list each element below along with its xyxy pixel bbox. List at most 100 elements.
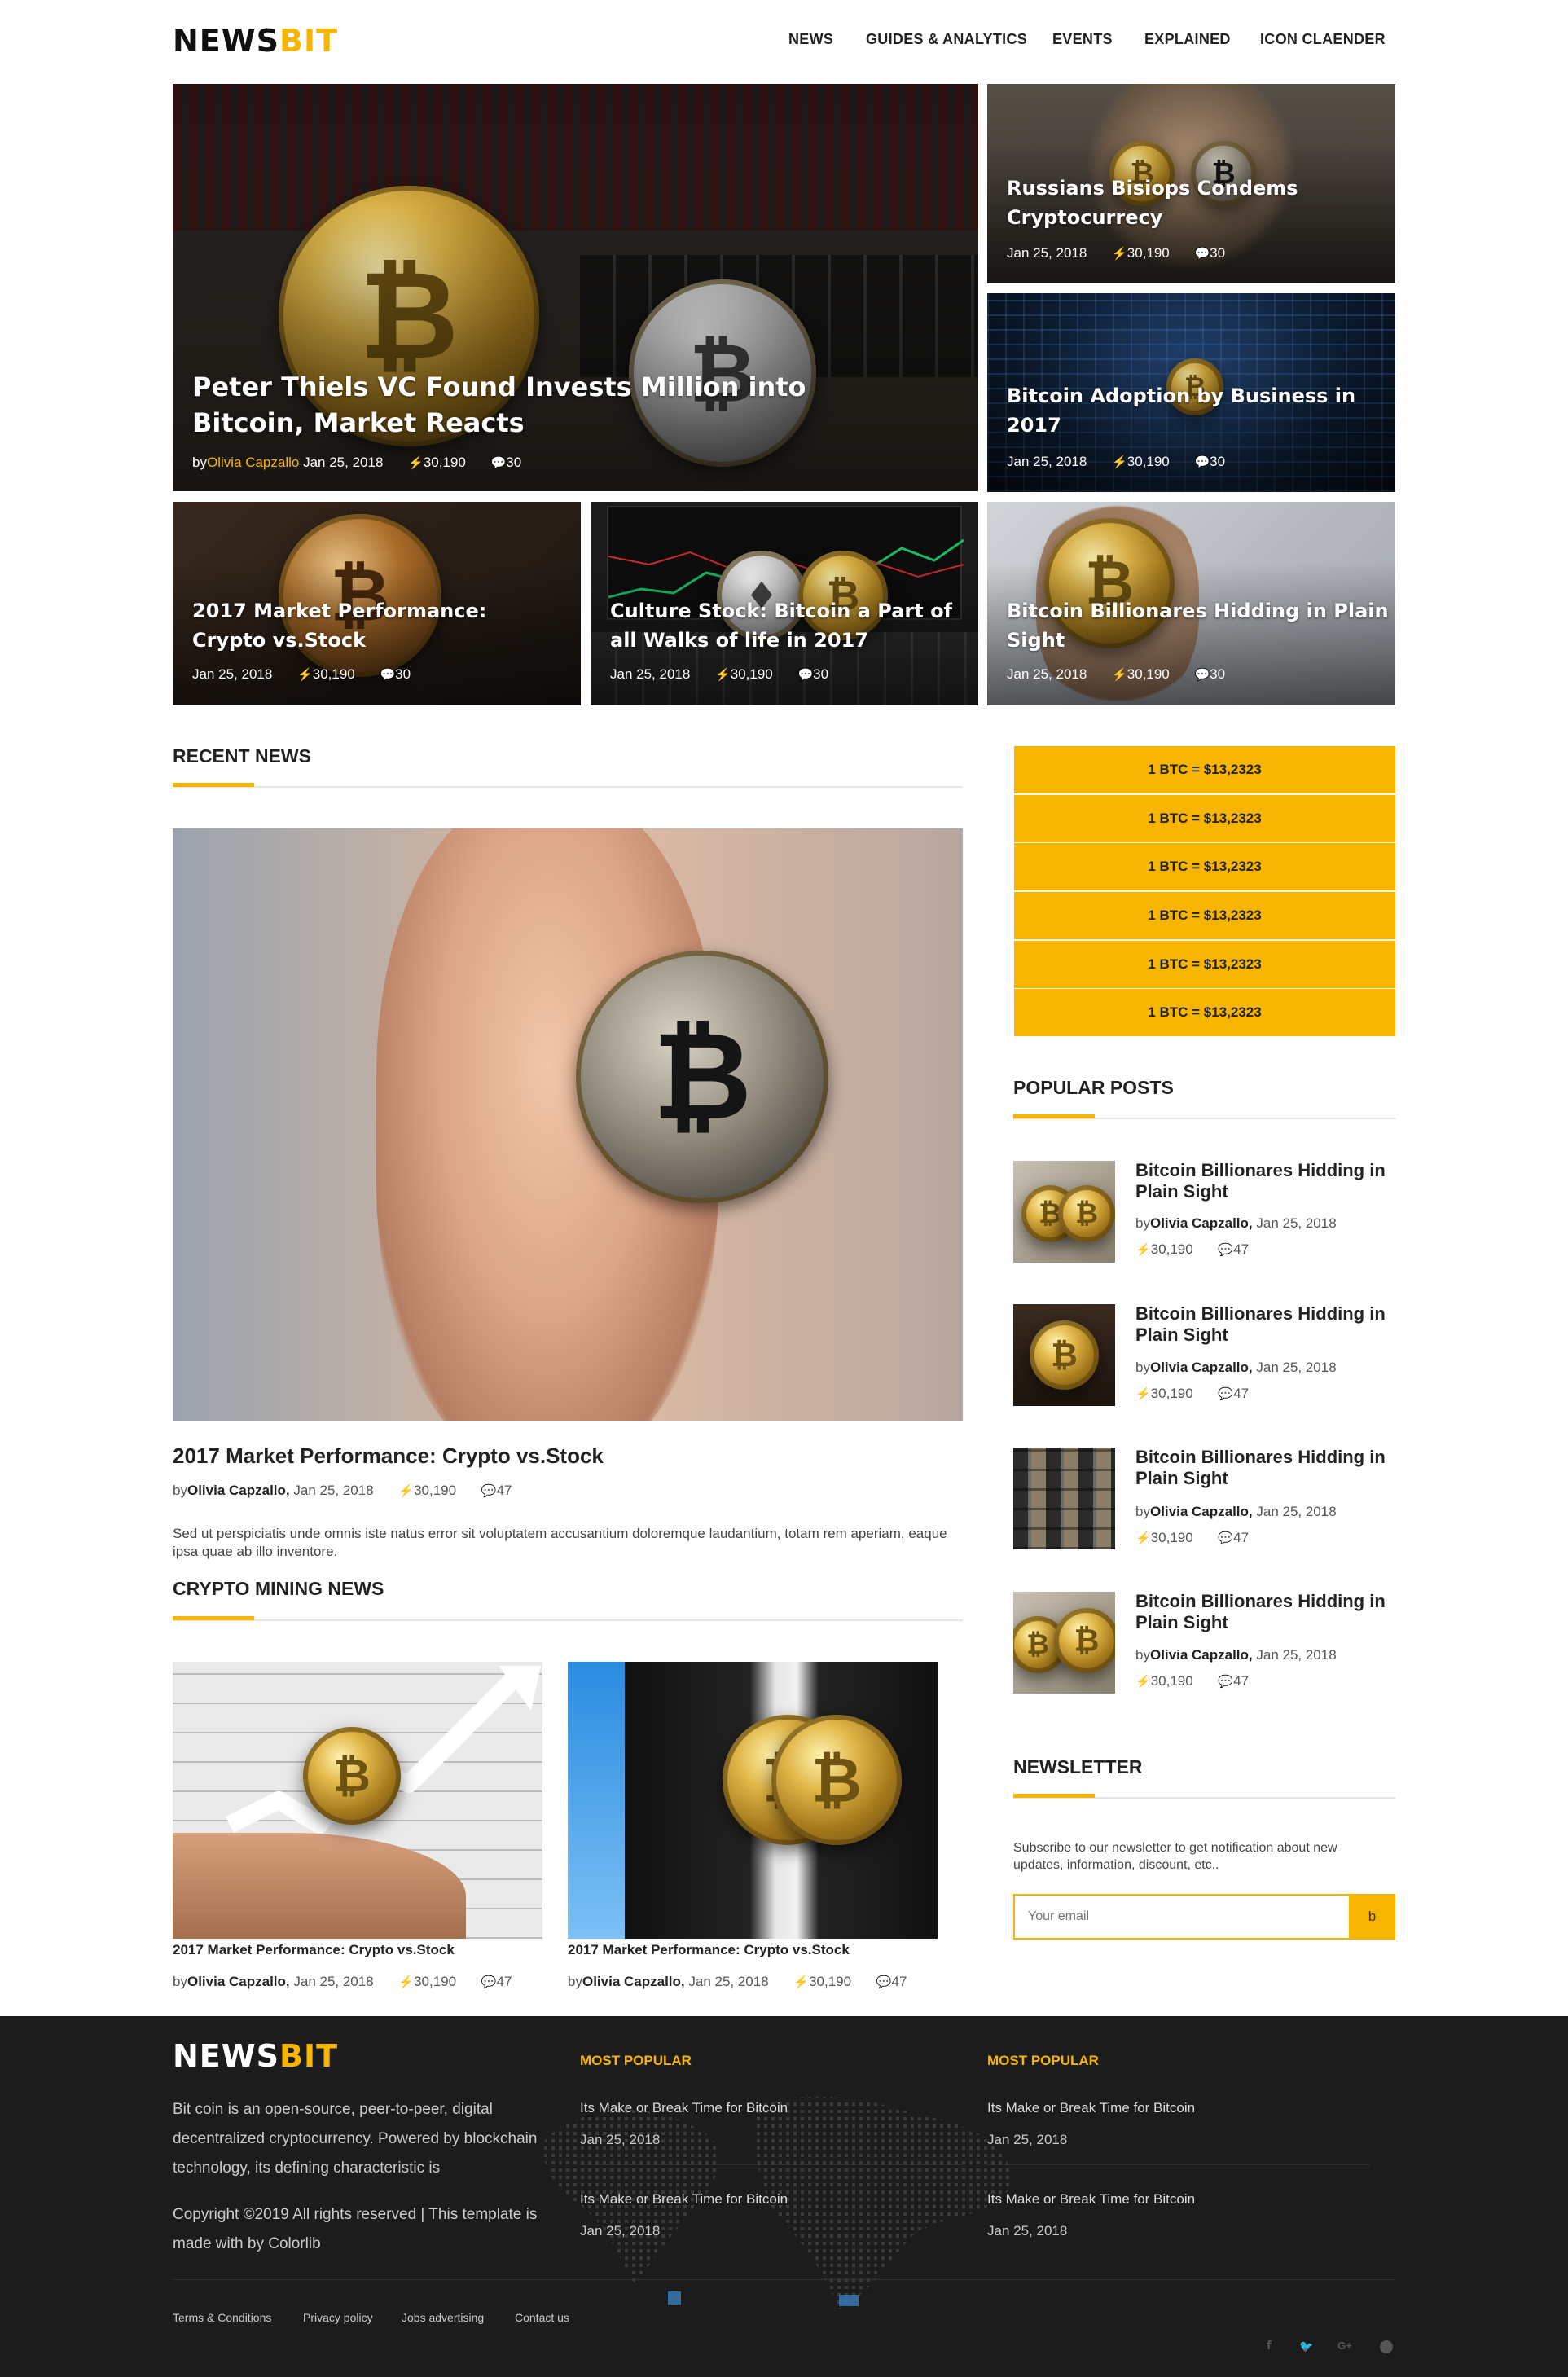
author-link[interactable]: Olivia Capzallo, <box>187 1974 290 1989</box>
nav-events[interactable]: EVENTS <box>1052 31 1113 48</box>
coin-image: ₿ <box>1054 1608 1115 1673</box>
footer-col1-link-2[interactable]: Its Make or Break Time for Bitcoin <box>580 2191 788 2208</box>
author-link[interactable]: Olivia Capzallo, <box>1150 1360 1253 1375</box>
author-link[interactable]: Olivia Capzallo, <box>187 1483 290 1498</box>
popular-thumb-4[interactable]: ₿ ₿ <box>1013 1592 1115 1694</box>
site-footer: NEWSBIT Bit coin is an open-source, peer… <box>0 2016 1568 2377</box>
popular-meta-author-2: byOlivia Capzallo, Jan 25, 2018 <box>1135 1360 1337 1375</box>
author-link[interactable]: Olivia Capzallo, <box>582 1974 685 1989</box>
footer-link-terms[interactable]: Terms & Conditions <box>173 2311 271 2324</box>
mining-title-1[interactable]: 2017 Market Performance: Crypto vs.Stock <box>173 1942 455 1958</box>
comment-count: 47 <box>1233 1241 1250 1257</box>
logo-part-bit: BIT <box>279 2038 339 2074</box>
logo-part-news: NEWS <box>173 23 280 59</box>
popular-meta-stats-4: ⚡30,190 💬47 <box>1135 1673 1249 1689</box>
google-plus-icon[interactable]: G+ <box>1336 2340 1354 2353</box>
post-date: Jan 25, 2018 <box>293 1483 374 1498</box>
nav-icon-calendar[interactable]: ICON CLAENDER <box>1260 31 1386 48</box>
bolt-icon: ⚡ <box>1135 1531 1151 1545</box>
recent-news-image[interactable]: ₿ <box>173 828 963 1421</box>
bolt-icon: ⚡ <box>297 668 313 682</box>
hero-main-card[interactable]: ₿ ₿ Peter Thiels VC Found Invests Millio… <box>173 84 978 491</box>
comment-count: 30 <box>1210 245 1226 261</box>
popular-thumb-3[interactable] <box>1013 1448 1115 1549</box>
hero-bottom-meta-1: Jan 25, 2018 ⚡30,190 💬30 <box>192 666 411 683</box>
recent-news-title[interactable]: 2017 Market Performance: Crypto vs.Stock <box>173 1443 604 1469</box>
mining-meta-2: byOlivia Capzallo, Jan 25, 2018 ⚡30,190 … <box>568 1974 907 1989</box>
footer-link-privacy[interactable]: Privacy policy <box>303 2311 373 2324</box>
hero-main-title[interactable]: Peter Thiels VC Found Invests Million in… <box>192 369 909 441</box>
mining-meta-1: byOlivia Capzallo, Jan 25, 2018 ⚡30,190 … <box>173 1974 512 1989</box>
site-logo[interactable]: NEWSBIT <box>173 23 338 59</box>
comment-icon: 💬 <box>1218 1675 1234 1689</box>
popular-meta-author-1: byOlivia Capzallo, Jan 25, 2018 <box>1135 1215 1337 1231</box>
view-count: 30,190 <box>414 1483 457 1498</box>
hero-bottom-card-3[interactable]: ₿ Bitcoin Billionares Hidding in Plain S… <box>987 502 1395 705</box>
comment-count: 47 <box>1233 1530 1250 1545</box>
popular-meta-author-4: byOlivia Capzallo, Jan 25, 2018 <box>1135 1647 1337 1663</box>
footer-col2-link-2[interactable]: Its Make or Break Time for Bitcoin <box>987 2191 1195 2208</box>
mining-image-1[interactable]: ₿ <box>173 1662 542 1939</box>
popular-title-1[interactable]: Bitcoin Billionares Hidding in Plain Sig… <box>1135 1160 1404 1202</box>
bolt-icon: ⚡ <box>1135 1243 1151 1257</box>
bitcoin-coin-image: ₿ <box>576 951 828 1203</box>
hero-bottom-meta-2: Jan 25, 2018 ⚡30,190 💬30 <box>610 666 828 683</box>
post-date: Jan 25, 2018 <box>293 1974 374 1989</box>
bolt-icon: ⚡ <box>408 456 424 470</box>
footer-col1-link-1[interactable]: Its Make or Break Time for Bitcoin <box>580 2100 788 2116</box>
hero-side-title-1[interactable]: Russians Bisiops Condems Cryptocurrecy <box>1007 174 1379 232</box>
post-date: Jan 25, 2018 <box>1256 1504 1337 1519</box>
view-count: 30,190 <box>1150 1530 1193 1545</box>
view-count: 30,190 <box>1150 1386 1193 1401</box>
popular-title-4[interactable]: Bitcoin Billionares Hidding in Plain Sig… <box>1135 1591 1404 1633</box>
nav-news[interactable]: NEWS <box>788 31 833 48</box>
footer-link-jobs[interactable]: Jobs advertising <box>402 2311 484 2324</box>
author-link[interactable]: Olivia Capzallo, <box>1150 1215 1253 1231</box>
coin-image: ₿ <box>303 1727 401 1825</box>
hero-side-meta-2: Jan 25, 2018 ⚡30,190 💬30 <box>1007 454 1225 470</box>
popular-thumb-2[interactable]: ₿ <box>1013 1304 1115 1406</box>
hero-bottom-title-1[interactable]: 2017 Market Performance: Crypto vs.Stock <box>192 596 564 655</box>
author-link[interactable]: Olivia Capzallo <box>207 455 299 470</box>
newsletter-email-input[interactable] <box>1013 1894 1349 1940</box>
dribbble-icon[interactable] <box>1380 2340 1393 2353</box>
hero-bottom-title-3[interactable]: Bitcoin Billionares Hidding in Plain Sig… <box>1007 596 1395 655</box>
footer-copyright: Copyright ©2019 All rights reserved | Th… <box>173 2206 538 2252</box>
hero-bottom-card-2[interactable]: ♦ ₿ Culture Stock: Bitcoin a Part of all… <box>591 502 978 705</box>
comment-icon: 💬 <box>490 456 507 470</box>
view-count: 30,190 <box>312 666 355 682</box>
post-date: Jan 25, 2018 <box>1007 666 1087 682</box>
footer-col2-link-1[interactable]: Its Make or Break Time for Bitcoin <box>987 2100 1195 2116</box>
footer-logo[interactable]: NEWSBIT <box>173 2038 338 2074</box>
author-link[interactable]: Olivia Capzallo, <box>1150 1504 1253 1519</box>
mining-image-2[interactable]: ₿ ₿ <box>568 1662 938 1939</box>
hero-bottom-card-1[interactable]: ₿ 2017 Market Performance: Crypto vs.Sto… <box>173 502 581 705</box>
comment-icon: 💬 <box>1218 1387 1234 1401</box>
hero-bottom-title-2[interactable]: Culture Stock: Bitcoin a Part of all Wal… <box>610 596 962 655</box>
hero-side-card-2[interactable]: ₿ Bitcoin Adoption by Business in 2017 J… <box>987 293 1395 492</box>
btc-price-row: 1 BTC = $13,2323 <box>1014 795 1395 842</box>
view-count: 30,190 <box>1127 454 1170 469</box>
bolt-icon: ⚡ <box>715 668 731 682</box>
twitter-icon[interactable]: 🐦 <box>1299 2340 1313 2353</box>
mining-rig-image <box>1013 1448 1115 1549</box>
hero-main-meta: byOlivia Capzallo Jan 25, 2018 ⚡30,190 💬… <box>192 455 522 470</box>
nav-explained[interactable]: EXPLAINED <box>1144 31 1231 48</box>
btc-price-row: 1 BTC = $13,2323 <box>1014 941 1395 988</box>
hero-side-card-1[interactable]: ₿ ₿ Russians Bisiops Condems Cryptocurre… <box>987 84 1395 283</box>
mining-title-2[interactable]: 2017 Market Performance: Crypto vs.Stock <box>568 1942 850 1958</box>
facebook-icon[interactable]: f <box>1263 2340 1276 2353</box>
newsletter-submit-button[interactable]: b <box>1349 1894 1395 1940</box>
coin-image: ₿ <box>771 1715 902 1845</box>
comment-icon: 💬 <box>380 668 396 682</box>
footer-link-contact[interactable]: Contact us <box>515 2311 569 2324</box>
popular-title-3[interactable]: Bitcoin Billionares Hidding in Plain Sig… <box>1135 1447 1404 1489</box>
popular-title-2[interactable]: Bitcoin Billionares Hidding in Plain Sig… <box>1135 1303 1404 1346</box>
nav-guides-analytics[interactable]: GUIDES & ANALYTICS <box>866 31 1027 48</box>
popular-thumb-1[interactable]: ₿ ₿ <box>1013 1161 1115 1263</box>
bolt-icon: ⚡ <box>1112 668 1127 682</box>
comment-count: 47 <box>496 1974 512 1989</box>
author-link[interactable]: Olivia Capzallo, <box>1150 1647 1253 1663</box>
view-count: 30,190 <box>809 1974 852 1989</box>
hero-side-title-2[interactable]: Bitcoin Adoption by Business in 2017 <box>1007 381 1379 440</box>
